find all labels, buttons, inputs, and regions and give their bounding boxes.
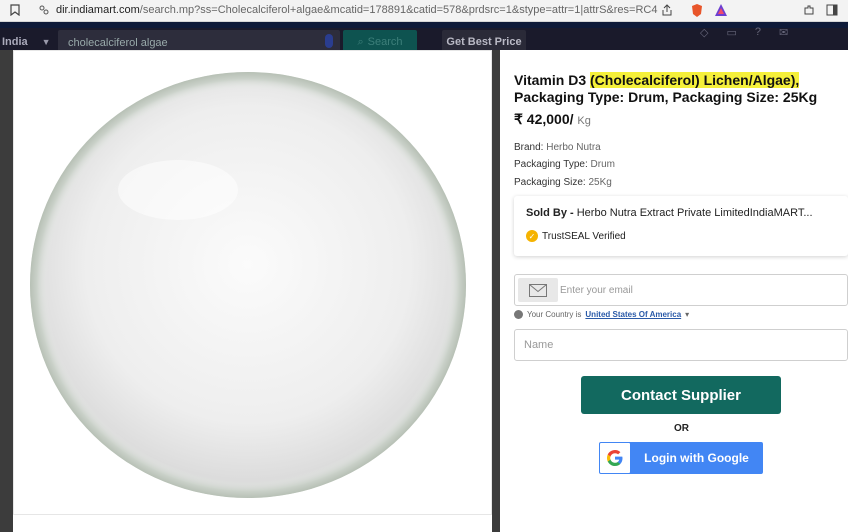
- google-logo-icon: [600, 443, 630, 473]
- spec-label: Packaging Size:: [514, 177, 586, 188]
- price-unit: Kg: [577, 115, 591, 127]
- caret-down-icon[interactable]: ▾: [685, 310, 689, 319]
- overlay-divider: [492, 50, 500, 532]
- spec-label: Brand:: [514, 142, 544, 153]
- spec-packaging-size: Packaging Size: 25Kg: [514, 177, 612, 188]
- help-icon[interactable]: ?: [755, 26, 761, 39]
- contact-supplier-button[interactable]: Contact Supplier: [581, 376, 781, 414]
- chevron-down-icon: ▼: [41, 37, 51, 47]
- spec-value: 25Kg: [588, 177, 612, 188]
- extensions-icon[interactable]: [803, 4, 815, 16]
- email-field[interactable]: [560, 280, 840, 300]
- search-input[interactable]: cholecalciferol algae: [68, 37, 168, 49]
- brave-rewards-icon[interactable]: [714, 3, 728, 17]
- globe-icon: [514, 310, 523, 319]
- title-part: Vitamin D3: [514, 72, 590, 88]
- search-button-label: Search: [367, 36, 403, 48]
- microphone-icon[interactable]: [325, 34, 333, 48]
- share-icon[interactable]: [661, 4, 673, 16]
- title-highlighted: (Cholecalciferol) Lichen/Algae),: [590, 72, 800, 88]
- trustseal-label: TrustSEAL Verified: [542, 230, 626, 242]
- sell-icon[interactable]: ▭: [726, 26, 736, 39]
- seller-card: [514, 196, 848, 256]
- product-image[interactable]: [28, 70, 468, 500]
- url-path: /search.mp?ss=Cholecalciferol+algae&mcat…: [139, 4, 658, 16]
- product-title: Vitamin D3 (Cholecalciferol) Lichen/Alga…: [514, 72, 844, 106]
- overlay-left: [0, 50, 13, 532]
- search-icon: ⌕: [357, 35, 364, 48]
- url-text[interactable]: dir.indiamart.com/search.mp?ss=Cholecalc…: [56, 4, 657, 16]
- browser-address-bar: dir.indiamart.com/search.mp?ss=Cholecalc…: [0, 0, 848, 22]
- price-value: ₹ 42,000/: [514, 111, 574, 127]
- country-line: Your Country is United States Of America…: [514, 310, 689, 319]
- or-divider: OR: [674, 423, 689, 434]
- sidebar-toggle-icon[interactable]: [826, 4, 838, 16]
- country-link[interactable]: United States Of America: [585, 310, 681, 319]
- sold-by[interactable]: Sold By - Herbo Nutra Extract Private Li…: [526, 207, 844, 219]
- country-prefix: Your Country is: [527, 310, 582, 319]
- spec-value: Herbo Nutra: [546, 142, 601, 153]
- checkmark-badge-icon: ✓: [526, 230, 538, 242]
- title-rest: Packaging Type: Drum, Packaging Size: 25…: [514, 89, 818, 105]
- spec-value: Drum: [590, 159, 615, 170]
- country-label: India: [2, 36, 28, 48]
- sold-by-label: Sold By -: [526, 207, 577, 219]
- product-price: ₹ 42,000/ Kg: [514, 111, 591, 128]
- spec-brand: Brand: Herbo Nutra: [514, 142, 601, 153]
- shipping-icon[interactable]: ◇: [700, 26, 708, 39]
- name-field[interactable]: [524, 335, 834, 355]
- url-host: dir.indiamart.com: [56, 4, 140, 16]
- spec-label: Packaging Type:: [514, 159, 588, 170]
- spec-packaging-type: Packaging Type: Drum: [514, 159, 615, 170]
- header-icon-row: ◇ ▭ ? ✉: [700, 26, 788, 39]
- envelope-icon: [518, 278, 558, 302]
- google-button-label: Login with Google: [644, 451, 749, 465]
- bookmark-icon[interactable]: [10, 4, 20, 16]
- seller-name[interactable]: Herbo Nutra Extract Private LimitedIndia…: [577, 207, 813, 219]
- brave-shield-icon[interactable]: [690, 3, 704, 18]
- site-info-icon[interactable]: [38, 4, 50, 16]
- messages-icon[interactable]: ✉: [779, 26, 788, 39]
- country-selector[interactable]: India ▼: [2, 36, 51, 48]
- login-with-google-button[interactable]: Login with Google: [599, 442, 763, 474]
- trustseal-badge: ✓ TrustSEAL Verified: [526, 230, 626, 242]
